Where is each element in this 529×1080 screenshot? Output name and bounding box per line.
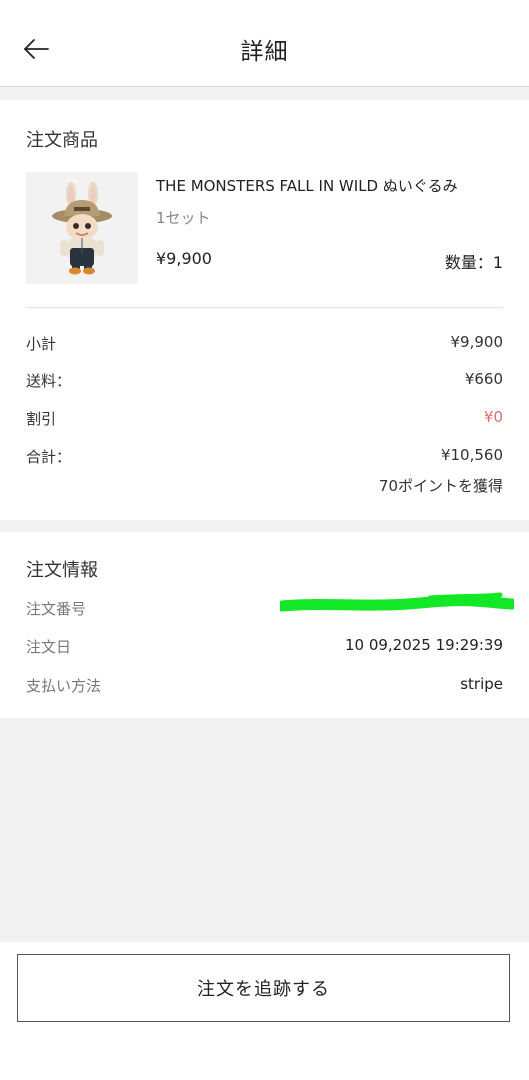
product-name[interactable]: THE MONSTERS FALL IN WILD ぬいぐるみ (156, 175, 458, 196)
product-image[interactable] (26, 172, 138, 284)
subtotal-value: ¥9,900 (450, 333, 504, 351)
top-bar: 詳細 (0, 0, 529, 87)
order-items-title: 注文商品 (26, 130, 98, 151)
product-variant: 1セット (156, 209, 211, 227)
order-number-redaction (280, 592, 514, 612)
points-earned: 70ポイントを獲得 (378, 477, 503, 495)
order-items-section: 注文商品 THE MONSTERS FALL IN WILD ぬいぐるみ 1セッ… (0, 100, 529, 520)
shipping-label: 送料： (26, 372, 72, 390)
order-number-label: 注文番号 (26, 600, 87, 618)
page-title: 詳細 (240, 39, 289, 65)
shipping-value: ¥660 (464, 370, 503, 388)
order-date-label: 注文日 (26, 638, 72, 656)
track-order-button[interactable]: 注文を追跡する (17, 954, 510, 1022)
product-price: ¥9,900 (156, 249, 212, 268)
divider (26, 307, 503, 308)
discount-value: ¥0 (483, 408, 503, 426)
total-label: 合計： (26, 448, 72, 466)
order-date-value: 10 09,2025 19:29:39 (344, 636, 503, 654)
discount-label: 割引 (26, 410, 57, 428)
payment-method-value: stripe (460, 675, 503, 693)
plush-doll-image (52, 182, 112, 275)
payment-method-label: 支払い方法 (26, 677, 102, 695)
product-quantity: 数量：1 (444, 253, 503, 272)
total-value: ¥10,560 (440, 446, 503, 464)
order-info-section: 注文情報 注文番号 注文日 10 09,2025 19:29:39 支払い方法 … (0, 532, 529, 718)
subtotal-label: 小計 (26, 335, 57, 353)
bottom-action-bar: 注文を追跡する (0, 942, 529, 1080)
order-info-title: 注文情報 (26, 560, 98, 581)
